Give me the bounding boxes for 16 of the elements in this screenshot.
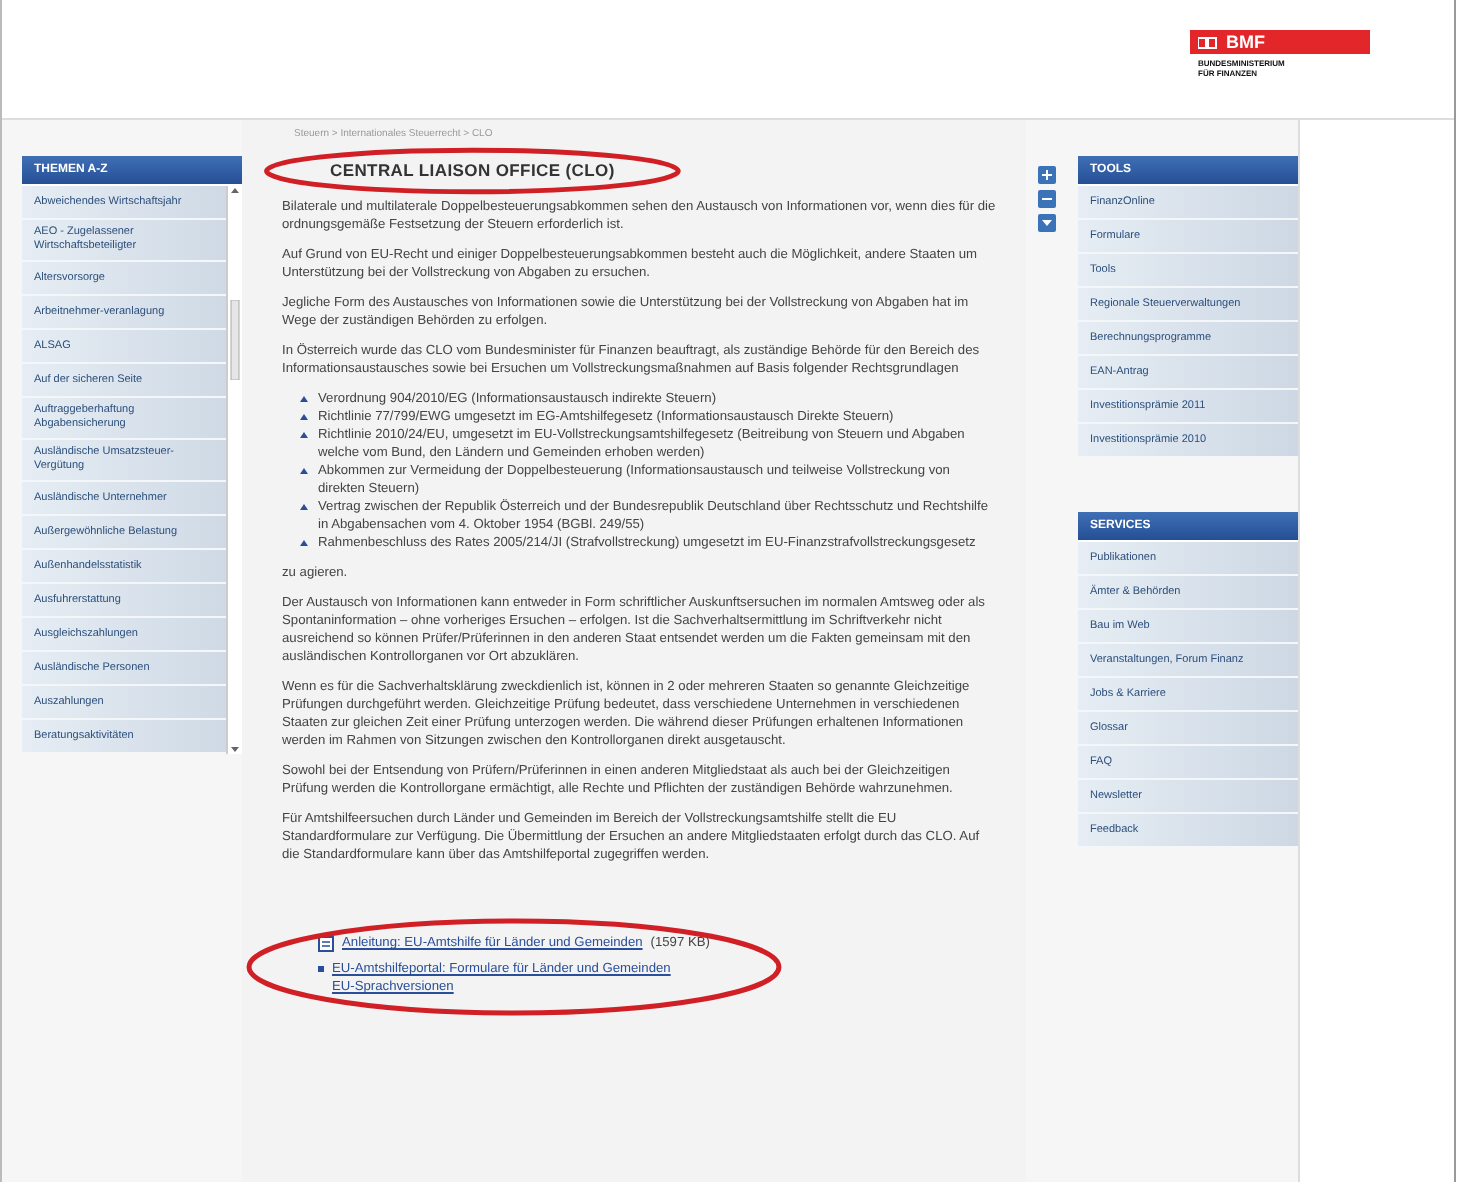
scroll-up-arrow-icon[interactable] bbox=[230, 186, 240, 194]
bullet-icon bbox=[300, 414, 308, 420]
minus-icon[interactable] bbox=[1038, 190, 1056, 208]
bullet-icon bbox=[300, 540, 308, 546]
bullet-icon bbox=[300, 504, 308, 510]
down-arrow-icon[interactable] bbox=[1038, 214, 1056, 232]
scrollbar[interactable] bbox=[226, 186, 242, 754]
scroll-down-arrow-icon[interactable] bbox=[230, 746, 240, 754]
bullet-icon bbox=[300, 396, 308, 402]
page-title: CENTRAL LIAISON OFFICE (CLO) bbox=[330, 162, 615, 180]
document-icon bbox=[318, 935, 334, 951]
plus-icon[interactable] bbox=[1038, 166, 1056, 184]
logo[interactable]: BMF bbox=[1190, 30, 1370, 54]
bullet-icon bbox=[300, 468, 308, 474]
bullet-icon bbox=[300, 432, 308, 438]
bullet-icon bbox=[318, 966, 324, 972]
